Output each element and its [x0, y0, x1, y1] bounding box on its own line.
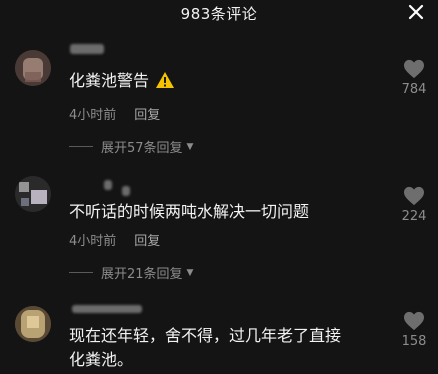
- username-blurred[interactable]: [72, 305, 142, 313]
- warning-icon: [155, 71, 175, 95]
- divider: [69, 272, 93, 273]
- like-count: 784: [401, 82, 427, 97]
- heart-icon: [404, 311, 424, 331]
- avatar[interactable]: [15, 176, 51, 212]
- comment-text-line1: 现在还年轻，舍不得，过几年老了直接: [69, 326, 342, 345]
- comment-text: 不听话的时候两吨水解决一切问题: [69, 202, 310, 221]
- reply-button[interactable]: 回复: [134, 108, 160, 123]
- reply-button[interactable]: 回复: [134, 234, 160, 249]
- expand-replies-label: 展开57条回复: [101, 141, 183, 156]
- chevron-down-icon: ▼: [186, 141, 194, 152]
- comments-header: 983条评论: [0, 0, 438, 26]
- expand-replies-button[interactable]: 展开21条回复 ▼: [69, 263, 193, 282]
- comment-meta: 4小时前 回复: [69, 104, 160, 123]
- avatar[interactable]: [15, 306, 51, 342]
- username-blurred[interactable]: [70, 44, 104, 54]
- close-icon[interactable]: [406, 2, 426, 22]
- comment-time: 4小时前: [69, 234, 117, 249]
- username-blurred[interactable]: [104, 180, 112, 190]
- comment-count-title: 983条评论: [180, 5, 258, 23]
- comment-text-line2: 化粪池。: [69, 350, 134, 369]
- like-button[interactable]: 158: [396, 311, 432, 349]
- expand-replies-label: 展开21条回复: [101, 267, 183, 282]
- like-count: 224: [401, 209, 427, 224]
- comment-time: 4小时前: [69, 108, 117, 123]
- like-count: 158: [401, 334, 427, 349]
- divider: [69, 146, 93, 147]
- avatar[interactable]: [15, 50, 51, 86]
- chevron-down-icon: ▼: [186, 267, 194, 278]
- username-blurred[interactable]: [122, 186, 130, 196]
- like-button[interactable]: 784: [396, 59, 432, 97]
- like-button[interactable]: 224: [396, 186, 432, 224]
- heart-icon: [404, 59, 424, 79]
- comment-meta: 4小时前 回复: [69, 230, 160, 249]
- heart-icon: [404, 186, 424, 206]
- comment-text-content: 化粪池警告: [69, 71, 150, 90]
- comment-text: 化粪池警告: [69, 70, 175, 95]
- expand-replies-button[interactable]: 展开57条回复 ▼: [69, 137, 193, 156]
